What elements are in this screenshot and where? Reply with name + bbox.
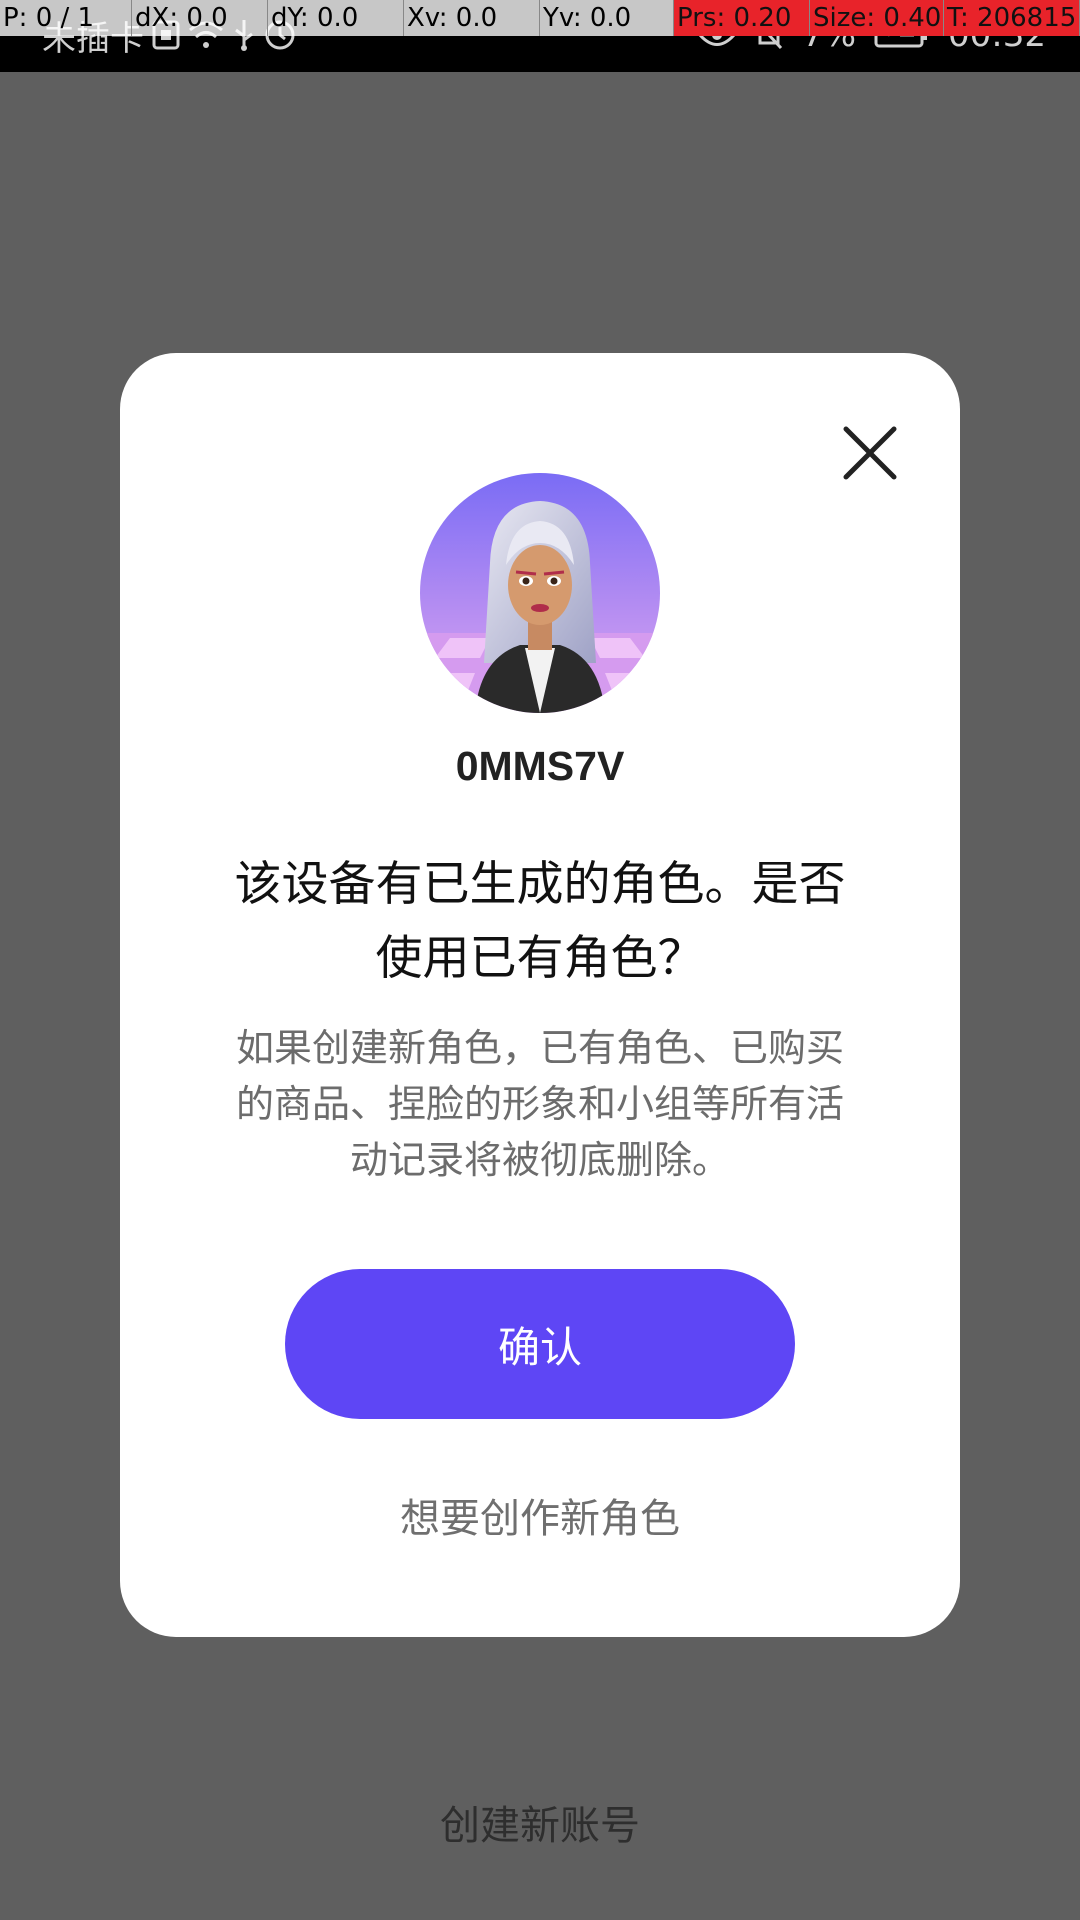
- debug-yv: Yv: 0.0: [540, 0, 674, 36]
- dialog-description-line: 如果创建新角色，已有角色、已购买: [235, 1026, 844, 1070]
- debug-dy: dY: 0.0: [268, 0, 404, 36]
- debug-time: T: 206815: [944, 0, 1080, 36]
- debug-dx: dX: 0.0: [132, 0, 268, 36]
- dialog-description-line: 的商品、捏脸的形象和小组等所有活: [235, 1082, 844, 1126]
- create-new-account-link[interactable]: 创建新账号: [0, 1793, 1080, 1851]
- create-new-role-link[interactable]: 想要创作新角色: [120, 1486, 960, 1544]
- dialog-title: 该设备有已生成的角色。是否 使用已有角色？: [190, 848, 890, 996]
- dialog-title-line: 该设备有已生成的角色。是否: [234, 857, 846, 912]
- dialog-description-line: 动记录将被彻底删除。: [349, 1138, 730, 1182]
- debug-pointer: P: 0 / 1: [0, 0, 132, 36]
- confirm-button-label: 确认: [497, 1322, 582, 1372]
- username: 0MMS7V: [455, 743, 625, 789]
- avatar: [420, 473, 660, 713]
- debug-xv: Xv: 0.0: [404, 0, 540, 36]
- confirm-button[interactable]: 确认: [285, 1269, 795, 1419]
- dialog-description: 如果创建新角色，已有角色、已购买 的商品、捏脸的形象和小组等所有活 动记录将被彻…: [190, 1020, 890, 1188]
- existing-role-dialog: 0MMS7V 该设备有已生成的角色。是否 使用已有角色？ 如果创建新角色，已有角…: [120, 353, 960, 1637]
- dialog-title-line: 使用已有角色？: [375, 931, 705, 986]
- debug-prs: Prs: 0.20: [674, 0, 810, 36]
- debug-size: Size: 0.40: [810, 0, 944, 36]
- close-icon: [843, 426, 897, 480]
- close-button[interactable]: [840, 423, 900, 483]
- pointer-debug-overlay: P: 0 / 1 dX: 0.0 dY: 0.0 Xv: 0.0 Yv: 0.0…: [0, 0, 1080, 36]
